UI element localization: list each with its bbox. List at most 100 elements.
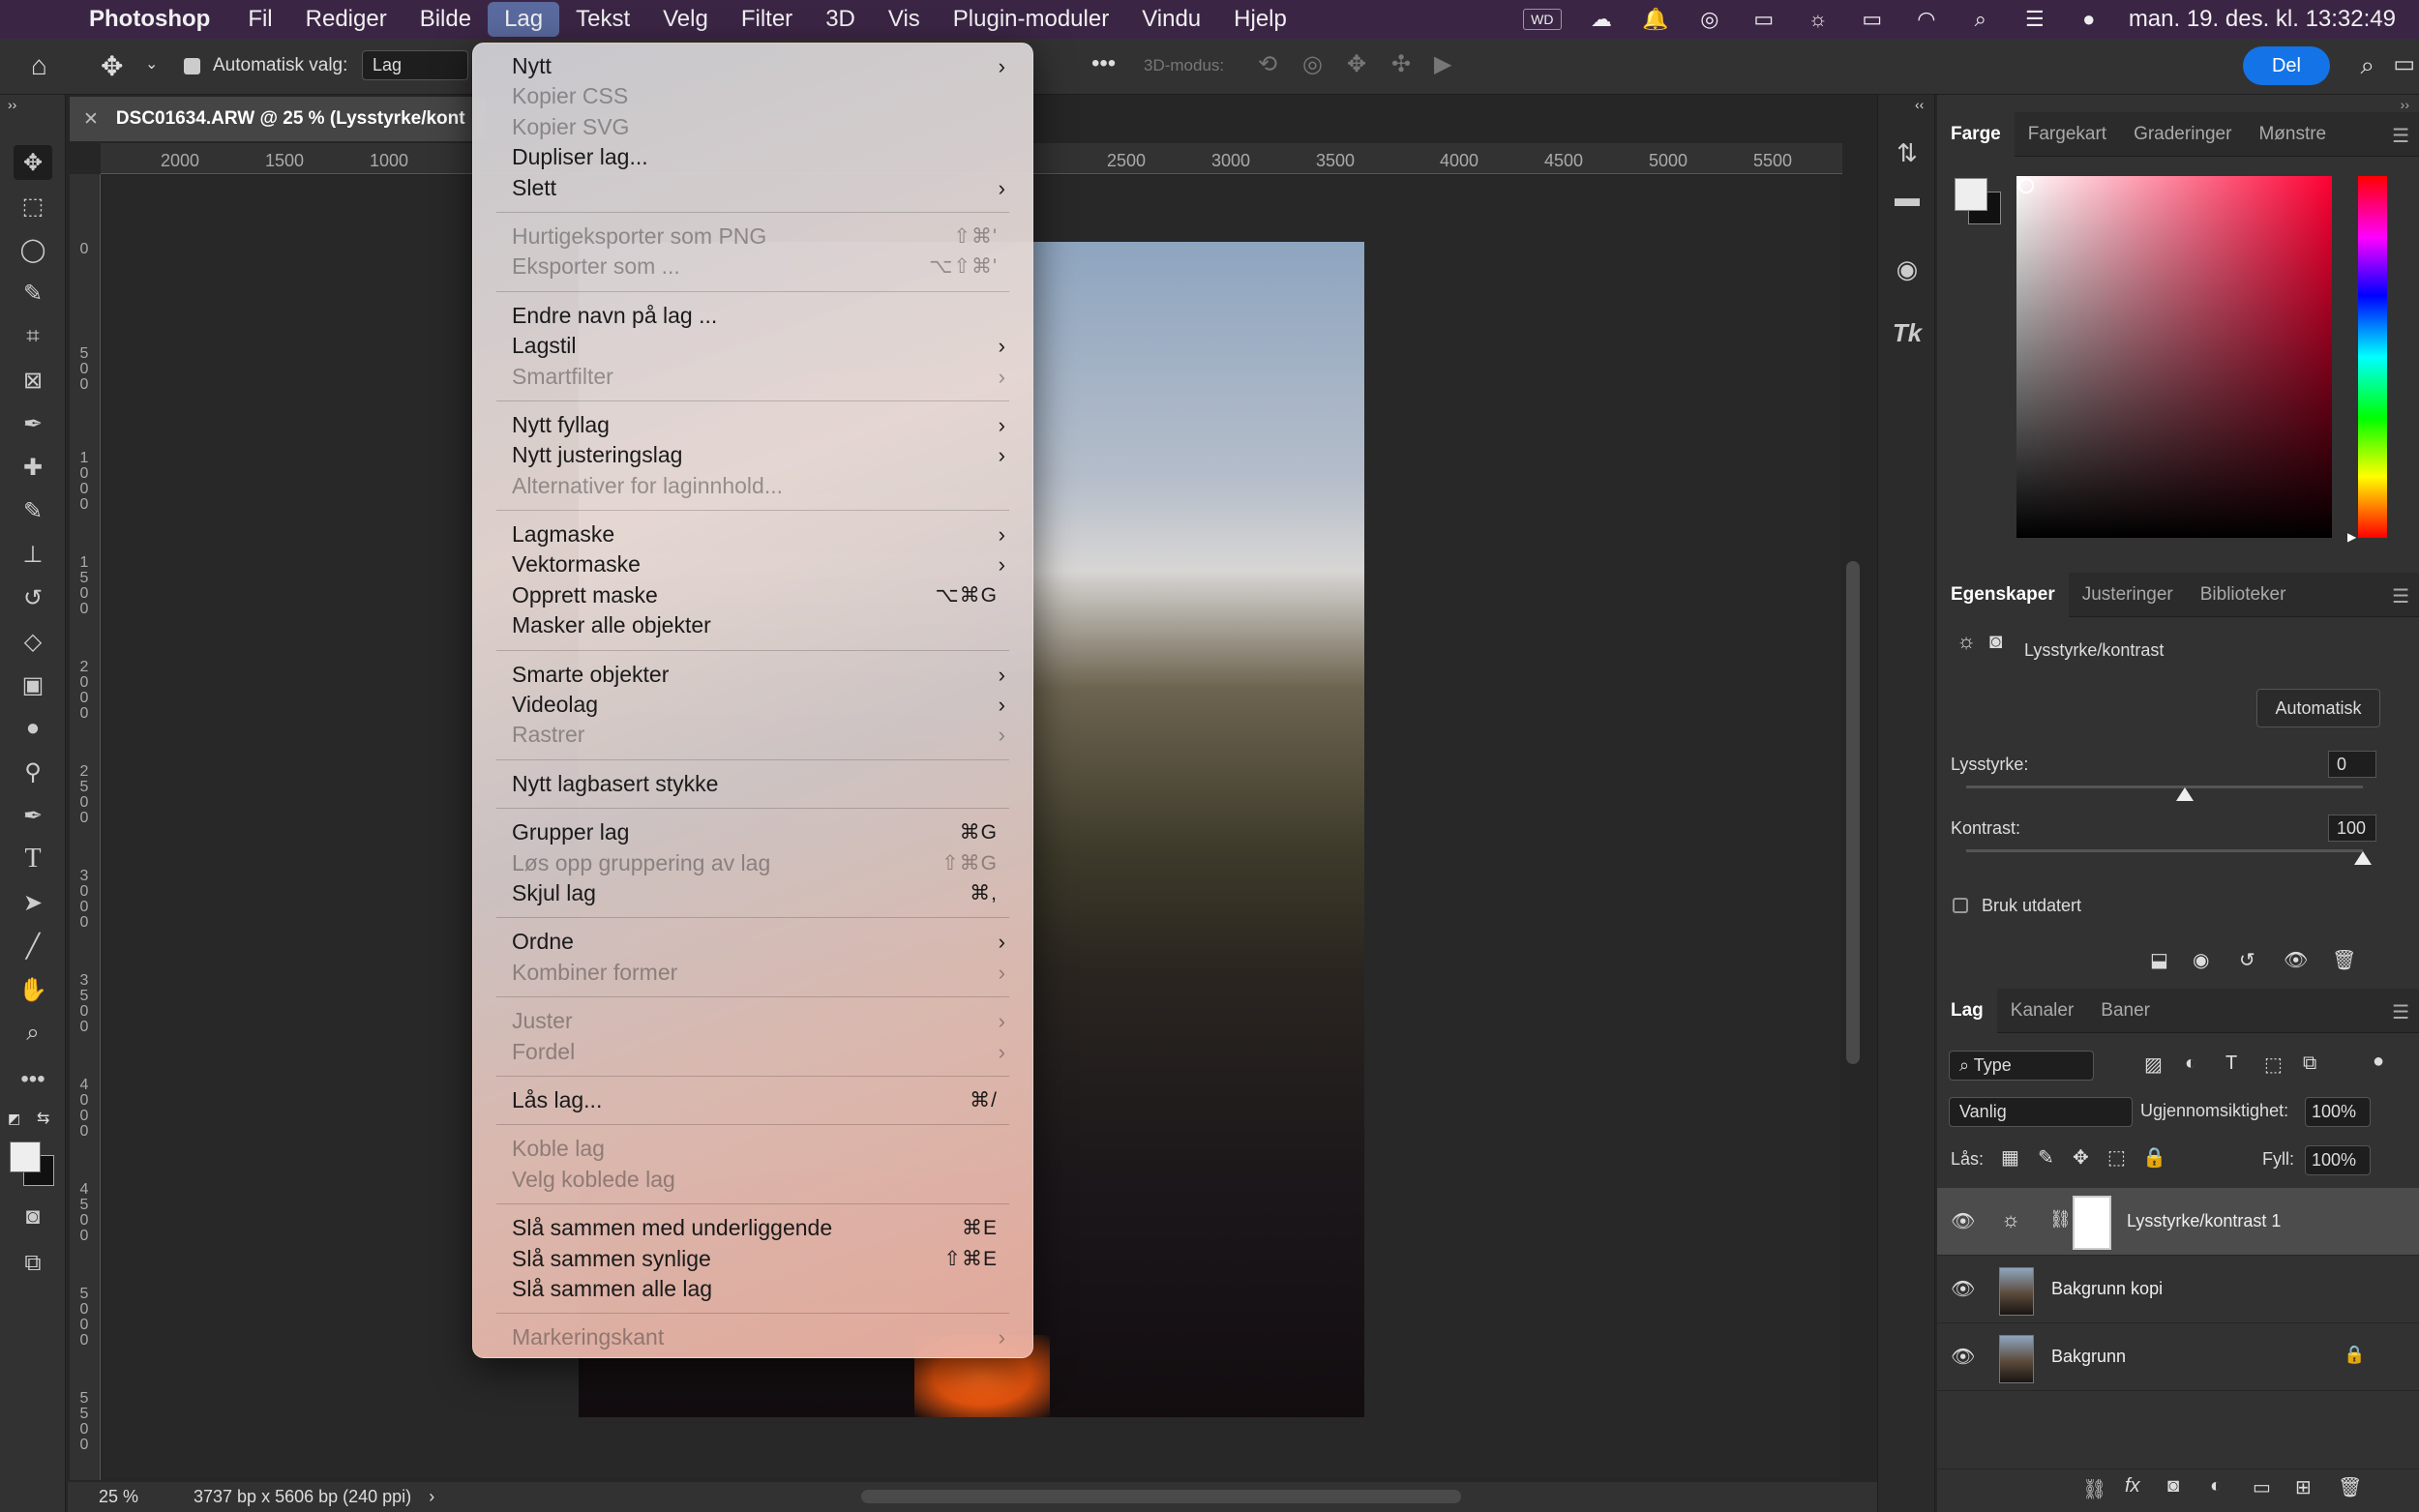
layer-row[interactable]: 👁 Bakgrunn 🔒 xyxy=(1937,1323,2419,1391)
layer-mask-thumbnail[interactable] xyxy=(2073,1196,2111,1250)
fill-field[interactable]: 100% xyxy=(2305,1145,2371,1175)
vertical-scrollbar[interactable] xyxy=(1846,561,1860,1064)
menu-item[interactable]: Slett › xyxy=(473,173,1032,203)
menu-item[interactable]: Nytt › xyxy=(473,51,1032,81)
healing-brush-tool[interactable]: ✚ xyxy=(14,450,52,485)
brush-tool[interactable]: ✎ xyxy=(14,493,52,528)
menu-plugin-moduler[interactable]: Plugin-moduler xyxy=(937,0,1125,39)
blend-mode-dropdown[interactable]: Vanlig xyxy=(1949,1097,2133,1127)
contrast-value-field[interactable]: 100 xyxy=(2328,815,2376,842)
tab-fargekart[interactable]: Fargekart xyxy=(2015,112,2120,157)
app-menu-photoshop[interactable]: Photoshop xyxy=(89,6,210,33)
battery-icon[interactable]: ▭ xyxy=(1858,7,1887,31)
mask-icon[interactable]: ◙ xyxy=(1989,629,2002,654)
drag-3d-icon[interactable]: ✥ xyxy=(1347,50,1366,78)
filter-toggle-icon[interactable]: ● xyxy=(2373,1051,2384,1073)
home-icon[interactable]: ⌂ xyxy=(31,50,47,81)
menu-item[interactable]: Slå sammen med underliggende ⌘E xyxy=(473,1213,1032,1243)
hue-slider-handle[interactable]: ▶ xyxy=(2347,530,2356,544)
lock-position-icon[interactable]: ✥ xyxy=(2073,1145,2089,1170)
menu-item[interactable]: Dupliser lag... xyxy=(473,142,1032,172)
collapse-panels-icon[interactable]: ‹‹ xyxy=(1915,97,1924,112)
document-tab[interactable]: ✕ DSC01634.ARW @ 25 % (Lysstyrke/kont xyxy=(70,97,486,141)
layer-thumbnail[interactable] xyxy=(1999,1335,2034,1383)
camera-3d-icon[interactable]: ▶ xyxy=(1434,50,1451,78)
zoom-tool[interactable]: ⌕ xyxy=(14,1016,52,1051)
filter-pixel-icon[interactable]: ▨ xyxy=(2144,1052,2163,1077)
layer-row[interactable]: 👁 ☼ ⛓ Lysstyrke/kontrast 1 xyxy=(1937,1188,2419,1256)
menu-item[interactable]: Ordne › xyxy=(473,927,1032,957)
tab-lag[interactable]: Lag xyxy=(1937,988,1997,1033)
eyedropper-tool[interactable]: ✒ xyxy=(14,406,52,441)
history-brush-tool[interactable]: ↺ xyxy=(14,580,52,615)
foreground-color-swatch[interactable] xyxy=(10,1141,41,1172)
color-picker-marker[interactable] xyxy=(2018,178,2034,193)
add-mask-icon[interactable]: ◙ xyxy=(2167,1475,2179,1497)
lock-image-icon[interactable]: ✎ xyxy=(2038,1145,2054,1170)
creative-cloud-icon[interactable]: ☁ xyxy=(1587,7,1616,31)
menu-item[interactable]: Nytt justeringslag › xyxy=(473,440,1032,470)
gradient-tool[interactable]: ▣ xyxy=(14,667,52,702)
horizontal-scrollbar[interactable] xyxy=(861,1490,1461,1503)
notification-bell-icon[interactable]: 🔔 xyxy=(1641,7,1670,31)
menu-item[interactable]: Nytt lagbasert stykke xyxy=(473,769,1032,799)
menu-3d[interactable]: 3D xyxy=(809,0,872,39)
close-document-icon[interactable]: ✕ xyxy=(83,108,99,131)
path-selection-tool[interactable]: ➤ xyxy=(14,885,52,920)
more-options-icon[interactable]: ••• xyxy=(1091,50,1116,77)
panel-menu-icon[interactable]: ☰ xyxy=(2392,124,2409,148)
status-expand-icon[interactable]: › xyxy=(429,1487,434,1507)
control-center-icon[interactable]: ☰ xyxy=(2020,7,2049,31)
menu-item[interactable]: Smarte objekter › xyxy=(473,660,1032,690)
move-tool-icon[interactable]: ✥ xyxy=(101,50,123,82)
layer-row[interactable]: 👁 Bakgrunn kopi xyxy=(1937,1256,2419,1323)
swap-colors-icon[interactable]: ⇆ xyxy=(37,1109,49,1128)
actions-panel-icon[interactable]: ◉ xyxy=(1888,250,1926,288)
menu-item[interactable]: Lagstil › xyxy=(473,331,1032,361)
zoom-level[interactable]: 25 % xyxy=(99,1487,176,1507)
dodge-tool[interactable]: ⚲ xyxy=(14,755,52,789)
edit-toolbar-icon[interactable]: ••• xyxy=(14,1062,52,1097)
history-panel-icon[interactable]: ⇅ xyxy=(1888,133,1926,172)
clone-stamp-tool[interactable]: ⊥ xyxy=(14,537,52,572)
collapse-toolbar-icon[interactable]: ›› xyxy=(8,97,16,112)
tab-monstre[interactable]: Mønstre xyxy=(2245,112,2340,157)
workspace-icon[interactable]: ▭ xyxy=(2393,50,2415,78)
blur-tool[interactable]: ● xyxy=(14,711,52,746)
visibility-eye-icon[interactable]: 👁 xyxy=(1951,1277,1975,1301)
menu-item[interactable]: Grupper lag ⌘G xyxy=(473,817,1032,847)
wifi-icon[interactable]: ◠ xyxy=(1912,7,1941,31)
type-tool[interactable]: T xyxy=(14,842,52,876)
layer-thumbnail[interactable] xyxy=(1999,1267,2034,1316)
color-picker-field[interactable] xyxy=(2016,176,2332,538)
auto-select-dropdown[interactable]: Lag xyxy=(362,50,468,80)
toggle-visibility-icon[interactable]: 👁 xyxy=(2284,948,2308,972)
menu-item[interactable]: Lagmaske › xyxy=(473,519,1032,549)
menu-item[interactable]: Skjul lag ⌘, xyxy=(473,878,1032,908)
filter-type-icon[interactable]: T xyxy=(2225,1052,2237,1075)
auto-button[interactable]: Automatisk xyxy=(2256,689,2380,727)
menu-item[interactable]: Opprett maske ⌥⌘G xyxy=(473,580,1032,610)
layer-name[interactable]: Lysstyrke/kontrast 1 xyxy=(2127,1211,2281,1231)
menubar-clock[interactable]: man. 19. des. kl. 13:32:49 xyxy=(2129,6,2396,33)
menu-bilde[interactable]: Bilde xyxy=(403,0,488,39)
slide-3d-icon[interactable]: ✣ xyxy=(1391,50,1411,78)
layer-name[interactable]: Bakgrunn xyxy=(2051,1347,2126,1367)
menu-item[interactable]: Masker alle objekter xyxy=(473,610,1032,640)
visibility-eye-icon[interactable]: 👁 xyxy=(1951,1345,1975,1369)
visibility-eye-icon[interactable]: 👁 xyxy=(1951,1209,1975,1233)
roll-3d-icon[interactable]: ◎ xyxy=(1302,50,1323,78)
new-group-icon[interactable]: ▭ xyxy=(2253,1475,2271,1499)
lasso-tool[interactable]: ◯ xyxy=(14,232,52,267)
adjustment-brightness-icon[interactable]: ☼ xyxy=(1956,629,1976,654)
menu-item[interactable]: Videolag › xyxy=(473,690,1032,720)
new-adjustment-icon[interactable]: ◐ xyxy=(2210,1475,2222,1497)
menu-item[interactable]: Lås lag... ⌘/ xyxy=(473,1085,1032,1115)
layer-name[interactable]: Bakgrunn kopi xyxy=(2051,1279,2163,1299)
menu-velg[interactable]: Velg xyxy=(646,0,725,39)
new-layer-icon[interactable]: ⊞ xyxy=(2295,1475,2312,1499)
crop-tool[interactable]: ⌗ xyxy=(14,319,52,354)
search-icon[interactable]: ⌕ xyxy=(2360,50,2374,81)
hue-slider[interactable] xyxy=(2358,176,2387,538)
brightness-value-field[interactable]: 0 xyxy=(2328,751,2376,778)
